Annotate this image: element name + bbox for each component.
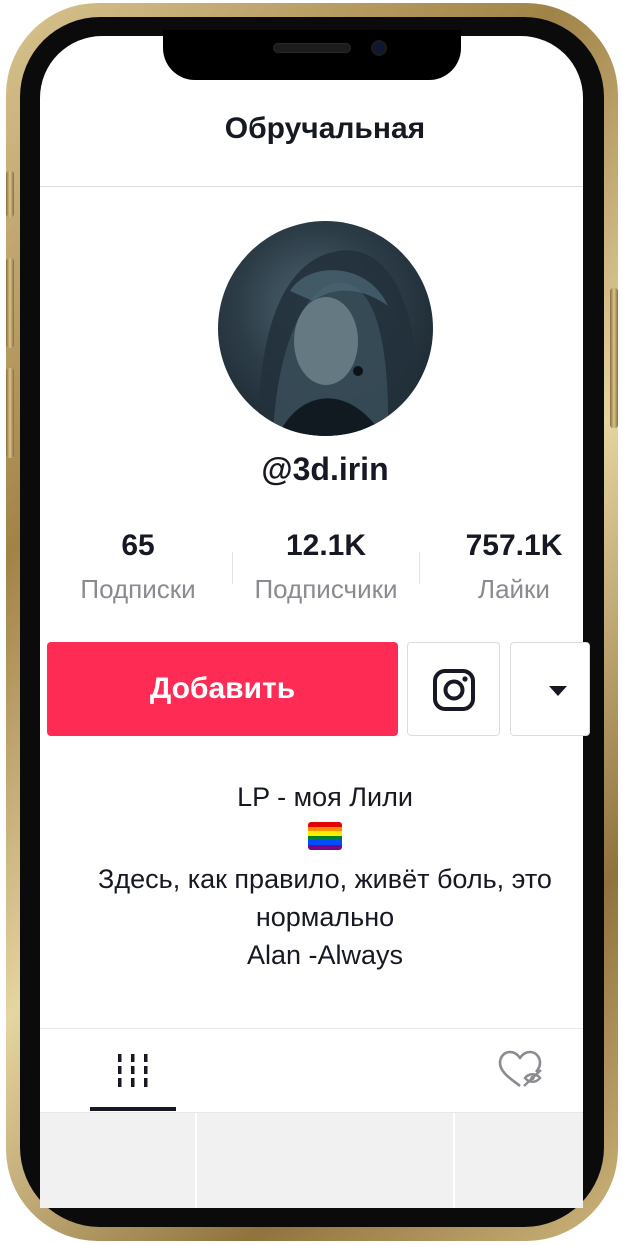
stat-followers-value: 12.1K <box>285 529 367 562</box>
stat-following-value: 65 <box>121 529 155 562</box>
caret-down-icon <box>549 686 567 696</box>
video-grid <box>40 1113 583 1208</box>
follow-button[interactable]: Добавить <box>47 642 398 736</box>
video-thumbnail[interactable] <box>455 1113 583 1208</box>
pride-flag-icon <box>308 822 342 850</box>
video-thumbnail[interactable] <box>197 1113 453 1208</box>
speaker-grille <box>273 43 351 53</box>
header-divider <box>40 186 583 187</box>
stat-likes-label: Лайки <box>478 574 550 604</box>
page-title: Обручальная <box>224 112 426 145</box>
bio-line: Alan -Always <box>246 940 404 970</box>
tab-indicator <box>90 1107 176 1111</box>
volume-up-button <box>6 258 14 348</box>
stat-likes[interactable]: 757.1K Лайки <box>448 528 580 605</box>
silent-switch <box>6 171 14 217</box>
tabs-divider <box>40 1028 583 1029</box>
more-options-button[interactable] <box>510 642 590 736</box>
liked-hidden-icon <box>498 1050 542 1088</box>
bio-line: LP - моя Лили <box>237 782 413 812</box>
volume-down-button <box>6 368 14 458</box>
video-thumbnail[interactable] <box>40 1113 195 1208</box>
stat-likes-value: 757.1K <box>465 529 563 562</box>
username: @3d.irin <box>261 451 389 487</box>
bio-line: Здесь, как правило, живёт боль, это <box>98 864 552 894</box>
bio-line: нормально <box>255 902 395 932</box>
notch <box>163 30 461 80</box>
avatar[interactable] <box>218 221 433 436</box>
stat-divider <box>419 552 420 584</box>
instagram-icon <box>433 669 475 711</box>
front-camera <box>371 40 387 56</box>
stat-divider <box>232 552 233 584</box>
stat-followers[interactable]: 12.1K Подписчики <box>240 528 412 605</box>
stat-followers-label: Подписчики <box>254 574 398 604</box>
instagram-button[interactable] <box>407 642 500 736</box>
power-button <box>610 288 618 428</box>
stat-following-label: Подписки <box>80 574 196 604</box>
avatar-photo <box>258 250 419 436</box>
stat-following[interactable]: 65 Подписки <box>68 528 208 605</box>
grid-icon <box>118 1054 148 1087</box>
bio: LP - моя Лили Здесь, как правило, живёт … <box>40 778 610 974</box>
tab-liked[interactable] <box>480 1030 566 1112</box>
tab-videos[interactable] <box>90 1030 176 1112</box>
bio-emoji-line <box>40 816 610 860</box>
